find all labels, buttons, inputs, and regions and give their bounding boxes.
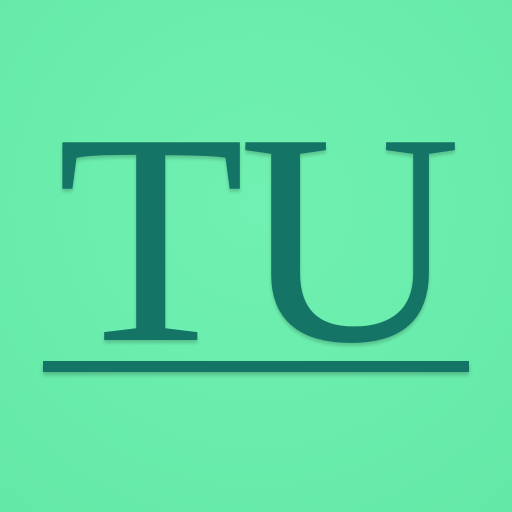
app-icon: TU xyxy=(0,0,512,512)
underline-bar xyxy=(43,361,469,372)
monogram-text: TU xyxy=(56,72,462,406)
